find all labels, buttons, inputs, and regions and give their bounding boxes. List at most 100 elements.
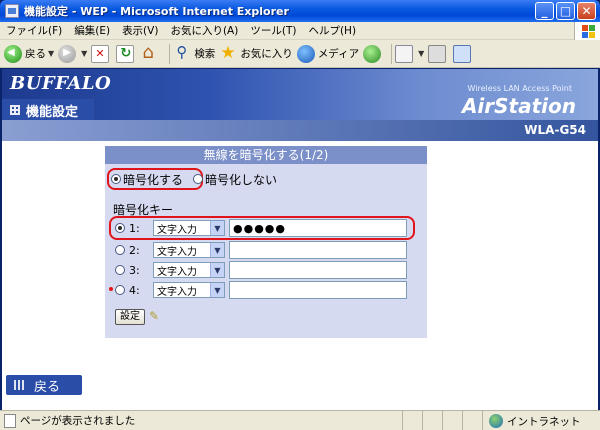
key-1-number: 1:: [129, 221, 140, 235]
favorites-toolbar-button[interactable]: お気に入り: [219, 43, 293, 65]
model-bar: WLA-G54: [2, 120, 598, 141]
maximize-button[interactable]: □: [556, 2, 575, 20]
minimize-button[interactable]: _: [535, 2, 554, 20]
section-tag: 機能設定: [2, 99, 94, 121]
set-button[interactable]: 設定: [115, 309, 145, 325]
stop-button[interactable]: [91, 43, 112, 65]
help-icon[interactable]: ✎: [149, 309, 163, 323]
key-1-input[interactable]: ●●●●●: [229, 219, 407, 237]
print-button[interactable]: [428, 43, 449, 65]
toolbar: 戻る ▼ ▼ 検索 お気に入り メディア ▼: [0, 40, 600, 68]
status-bar: ページが表示されました イントラネット: [0, 410, 600, 430]
close-button[interactable]: ✕: [577, 2, 596, 20]
page-content: BUFFALO 機能設定 Wireless LAN Access Point A…: [2, 69, 598, 410]
key-2-mode-select[interactable]: 文字入力 ▼: [153, 242, 225, 258]
menu-file[interactable]: ファイル(F): [0, 23, 68, 38]
model-name: WLA-G54: [524, 123, 586, 137]
back-toolbar-button[interactable]: 戻る: [4, 43, 46, 65]
forward-arrow-icon: [58, 44, 77, 63]
encrypt-off-radio[interactable]: [193, 174, 204, 184]
encrypt-on-label[interactable]: 暗号化する: [123, 171, 183, 188]
menu-help[interactable]: ヘルプ(H): [302, 23, 362, 38]
menu-view[interactable]: 表示(V): [116, 23, 164, 38]
back-button-label: 戻る: [34, 379, 61, 395]
key-3-radio[interactable]: [115, 265, 125, 275]
key-4-radio[interactable]: [115, 285, 125, 295]
window-title: 機能設定 - WEP - Microsoft Internet Explorer: [24, 5, 289, 18]
status-cell: [462, 411, 482, 430]
menu-tools[interactable]: ツール(T): [244, 23, 302, 38]
security-zone: イントラネット: [482, 411, 600, 430]
mail-button[interactable]: [395, 43, 416, 65]
product-tagline: Wireless LAN Access Point: [467, 84, 572, 93]
key-row-2: 2: 文字入力 ▼: [115, 241, 407, 259]
header-banner: BUFFALO 機能設定 Wireless LAN Access Point A…: [2, 69, 598, 141]
status-cell: [422, 411, 442, 430]
menu-bar: ファイル(F) 編集(E) 表示(V) お気に入り(A) ツール(T) ヘルプ(…: [0, 22, 600, 40]
back-dropdown-icon[interactable]: ▼: [48, 49, 54, 58]
title-bar: 機能設定 - WEP - Microsoft Internet Explorer…: [0, 0, 600, 22]
ie-page-icon: [5, 4, 19, 18]
grid-icon: [10, 105, 20, 115]
status-message: ページが表示されました: [20, 415, 136, 427]
history-button[interactable]: [363, 43, 384, 65]
forward-toolbar-button[interactable]: [58, 43, 79, 65]
key-4-mode-value: 文字入力: [157, 286, 197, 298]
key-4-input[interactable]: [229, 281, 407, 299]
media-toolbar-label: メディア: [317, 48, 360, 60]
back-arrow-icon: [4, 44, 22, 63]
mail-dropdown-icon[interactable]: ▼: [418, 49, 424, 58]
windows-logo-icon: [574, 22, 600, 40]
key-2-number: 2:: [129, 243, 140, 257]
key-4-mode-select[interactable]: 文字入力 ▼: [153, 282, 225, 298]
refresh-icon: [116, 44, 135, 63]
key-2-mode-value: 文字入力: [157, 246, 197, 258]
key-row-4: 4: 文字入力 ▼: [115, 281, 407, 299]
encrypt-off-label[interactable]: 暗号化しない: [205, 171, 277, 188]
highlight-oval: [109, 287, 113, 291]
key-3-input[interactable]: [229, 261, 407, 279]
section-title: 機能設定: [26, 104, 79, 120]
wep-settings-panel: 無線を暗号化する(1/2) 暗号化する 暗号化しない 暗号化キー 1: 文字入力…: [105, 146, 427, 338]
key-3-mode-value: 文字入力: [157, 266, 197, 278]
search-toolbar-label: 検索: [194, 48, 216, 60]
stop-icon: [91, 44, 110, 63]
print-icon: [428, 44, 447, 63]
media-toolbar-button[interactable]: メディア: [296, 43, 360, 65]
refresh-button[interactable]: [116, 43, 137, 65]
favorites-toolbar-label: お気に入り: [240, 48, 293, 60]
key-1-mode-select[interactable]: 文字入力 ▼: [153, 220, 225, 236]
favorites-star-icon: [219, 43, 237, 63]
menu-favorites[interactable]: お気に入り(A): [164, 23, 244, 38]
toolbar-separator: [391, 43, 393, 64]
status-cell: [442, 411, 462, 430]
panel-title: 無線を暗号化する(1/2): [105, 146, 427, 164]
chevron-down-icon: ▼: [210, 263, 224, 277]
back-toolbar-label: 戻る: [25, 48, 46, 60]
search-toolbar-button[interactable]: 検索: [173, 43, 215, 65]
menu-edit[interactable]: 編集(E): [68, 23, 116, 38]
key-2-radio[interactable]: [115, 245, 125, 255]
status-cell: [402, 411, 422, 430]
home-button[interactable]: [141, 42, 162, 65]
key-3-number: 3:: [129, 263, 140, 277]
forward-dropdown-icon[interactable]: ▼: [81, 49, 87, 58]
page-done-icon: [4, 413, 16, 428]
chevron-down-icon: ▼: [210, 243, 224, 257]
brand-logo: BUFFALO: [10, 73, 112, 94]
key-3-mode-select[interactable]: 文字入力 ▼: [153, 262, 225, 278]
encrypt-on-radio[interactable]: [111, 174, 121, 184]
history-icon: [363, 44, 382, 63]
key-4-number: 4:: [129, 283, 140, 297]
key-2-input[interactable]: [229, 241, 407, 259]
intranet-globe-icon: [489, 414, 503, 428]
home-icon: [141, 42, 159, 63]
toolbar-separator: [169, 43, 171, 64]
key-row-3: 3: 文字入力 ▼: [115, 261, 407, 279]
key-row-1: 1: 文字入力 ▼ ●●●●●: [115, 219, 407, 237]
key-1-radio[interactable]: [115, 223, 125, 233]
back-button[interactable]: 戻る: [6, 375, 82, 395]
product-logo: AirStation: [461, 94, 576, 118]
edit-button[interactable]: [453, 43, 474, 65]
grid-icon: [14, 380, 24, 390]
